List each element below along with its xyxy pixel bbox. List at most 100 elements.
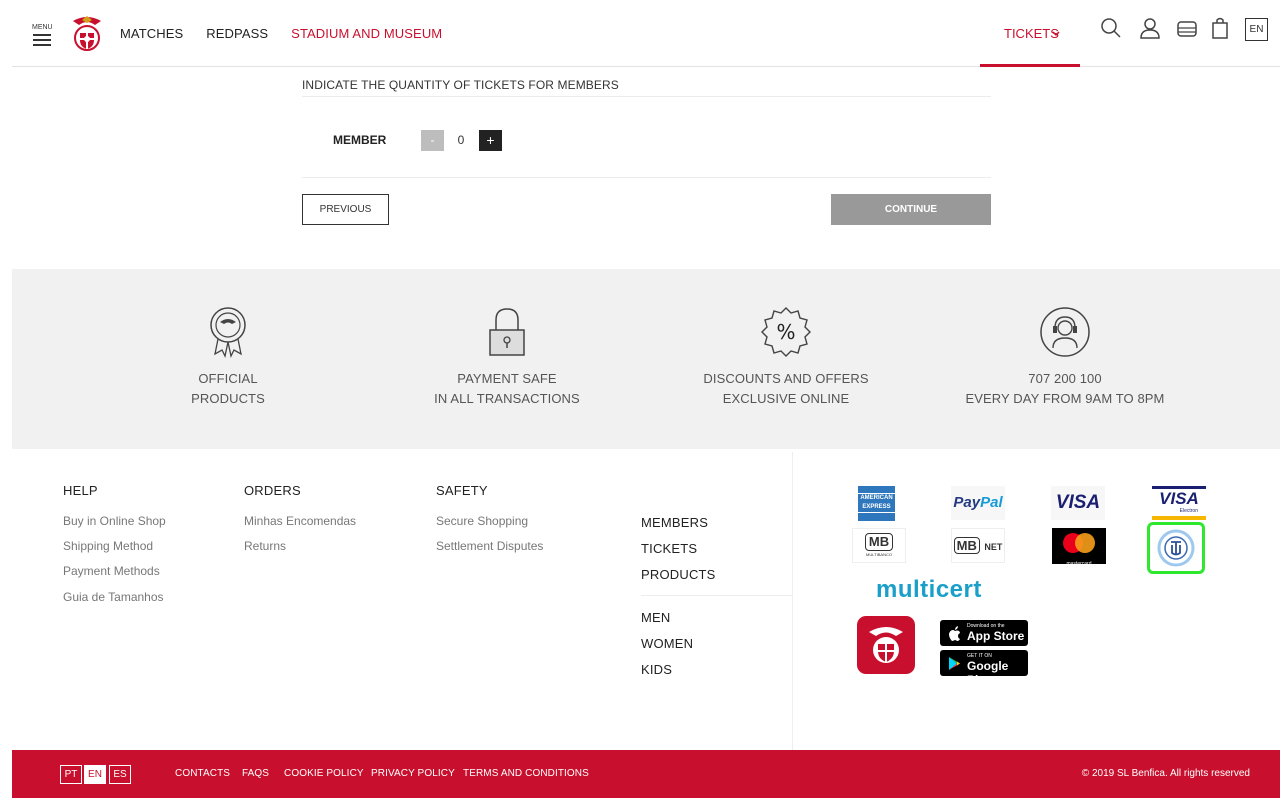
hamburger-icon xyxy=(33,34,51,36)
menu-button[interactable]: MENU xyxy=(32,24,53,46)
footer-link[interactable]: Settlement Disputes xyxy=(436,539,543,553)
main-nav: MATCHES REDPASS STADIUM AND MUSEUM xyxy=(120,26,465,41)
nav-redpass[interactable]: REDPASS xyxy=(206,26,268,41)
footer-link[interactable]: Buy in Online Shop xyxy=(63,514,166,528)
feature-line1: 707 200 100 xyxy=(1028,371,1102,386)
svg-text:%: % xyxy=(776,320,795,344)
footer-link[interactable]: Returns xyxy=(244,539,286,553)
feature-contact: 707 200 100 EVERY DAY FROM 9AM TO 8PM xyxy=(955,306,1175,409)
divider xyxy=(641,595,792,596)
mbnet-mb: MB xyxy=(953,537,980,554)
google-play-icon xyxy=(949,657,960,670)
nav-tickets-dropdown[interactable]: TICKETS xyxy=(980,0,1080,67)
footer-link[interactable]: Minhas Encomendas xyxy=(244,514,356,528)
benfica-app-icon[interactable] xyxy=(857,616,915,674)
seat-icon[interactable] xyxy=(1176,20,1198,38)
increase-quantity-button[interactable]: + xyxy=(479,130,502,151)
search-icon[interactable] xyxy=(1100,17,1122,39)
mb-sub: MULTIBANCO xyxy=(866,552,892,557)
footer-safety-title: SAFETY xyxy=(436,483,488,498)
feature-line2: EXCLUSIVE ONLINE xyxy=(722,391,850,406)
tickets-label: TICKETS xyxy=(1004,26,1059,41)
visa-electron-logo: VISA Electron xyxy=(1152,486,1206,520)
feature-line1: OFFICIAL xyxy=(198,371,258,386)
benfica-crest-icon xyxy=(869,627,903,663)
amex-logo: AMERICAN EXPRESS xyxy=(858,486,895,521)
secure-payment-badge[interactable] xyxy=(1147,522,1205,574)
nav-matches[interactable]: MATCHES xyxy=(120,26,183,41)
footer-link[interactable]: Guia de Tamanhos xyxy=(63,590,164,604)
paypal-pal: Pal xyxy=(980,494,1003,511)
lang-en[interactable]: EN xyxy=(84,765,106,784)
footer-link-kids[interactable]: KIDS xyxy=(641,662,672,677)
footer-help-title: HELP xyxy=(63,483,98,498)
divider xyxy=(302,96,991,97)
shield-seal-icon xyxy=(1157,529,1195,567)
mb-text: MB xyxy=(864,533,894,551)
footer-link-women[interactable]: WOMEN xyxy=(641,636,693,651)
apple-icon xyxy=(949,626,960,641)
quantity-title: INDICATE THE QUANTITY OF TICKETS FOR MEM… xyxy=(302,78,619,92)
google-play-main: Google Play xyxy=(967,659,1009,687)
award-badge-icon xyxy=(210,307,246,358)
footer-link-members[interactable]: MEMBERS xyxy=(641,515,708,530)
menu-label: MENU xyxy=(32,24,53,31)
mastercard-sub: mastercard xyxy=(1066,561,1092,567)
paypal-logo: PayPal xyxy=(951,486,1005,520)
footer-link-men[interactable]: MEN xyxy=(641,610,671,625)
quantity-value: 0 xyxy=(457,133,465,147)
link-privacy-policy[interactable]: PRIVACY POLICY xyxy=(371,768,455,779)
footer-link[interactable]: Shipping Method xyxy=(63,539,153,553)
link-faqs[interactable]: FAQS xyxy=(242,768,269,779)
multicert-logo: multicert xyxy=(876,576,982,603)
amex-line1: AMERICAN xyxy=(860,495,893,501)
footer-orders-title: ORDERS xyxy=(244,483,301,498)
headset-support-icon xyxy=(1040,307,1090,357)
app-store-main: App Store xyxy=(967,629,1025,643)
google-play-badge[interactable]: GET IT ON Google Play xyxy=(940,650,1028,687)
visa-electron-text: VISA xyxy=(1159,489,1199,508)
discount-percent-icon: % xyxy=(761,307,811,357)
visa-logo: VISA xyxy=(1051,486,1105,520)
feature-line2: EVERY DAY FROM 9AM TO 8PM xyxy=(965,391,1165,406)
footer-link-tickets[interactable]: TICKETS xyxy=(641,541,697,556)
copyright: © 2019 SL Benfica. All rights reserved xyxy=(1081,768,1250,779)
nav-stadium-museum[interactable]: STADIUM AND MUSEUM xyxy=(291,26,442,41)
member-label: MEMBER xyxy=(333,133,387,147)
user-icon[interactable] xyxy=(1139,17,1161,39)
benfica-logo[interactable] xyxy=(69,15,105,53)
feature-line2: IN ALL TRANSACTIONS xyxy=(434,391,580,406)
visa-electron-sub: Electron xyxy=(1179,508,1198,514)
link-terms[interactable]: TERMS AND CONDITIONS xyxy=(463,768,589,779)
link-cookie-policy[interactable]: COOKIE POLICY xyxy=(284,768,364,779)
decrease-quantity-button[interactable]: - xyxy=(421,130,444,151)
bottom-bar: PT EN ES CONTACTS FAQS COOKIE POLICY PRI… xyxy=(12,750,1280,798)
app-store-badge[interactable]: Download on the App Store xyxy=(940,620,1028,646)
footer-divider xyxy=(792,452,793,750)
padlock-icon xyxy=(489,308,525,356)
footer-link-products[interactable]: PRODUCTS xyxy=(641,567,716,582)
footer-link[interactable]: Payment Methods xyxy=(63,564,160,578)
multibanco-logo: MB MULTIBANCO xyxy=(852,528,906,563)
chevron-down-icon xyxy=(1052,31,1060,37)
continue-button[interactable]: CONTINUE xyxy=(831,194,991,225)
footer-link[interactable]: Secure Shopping xyxy=(436,514,528,528)
link-contacts[interactable]: CONTACTS xyxy=(175,768,230,779)
mbnet-logo: MB NET xyxy=(951,528,1005,563)
feature-official-products: OFFICIAL PRODUCTS xyxy=(118,306,338,409)
lang-es[interactable]: ES xyxy=(109,765,131,784)
paypal-pay: Pay xyxy=(953,494,981,511)
previous-button[interactable]: PREVIOUS xyxy=(302,194,389,225)
divider xyxy=(302,177,991,178)
hamburger-icon-bar xyxy=(33,44,51,46)
features-band: OFFICIAL PRODUCTS PAYMENT SAFE IN ALL TRAN… xyxy=(12,269,1280,449)
lang-pt[interactable]: PT xyxy=(60,765,82,784)
feature-line2: PRODUCTS xyxy=(191,391,265,406)
feature-line1: PAYMENT SAFE xyxy=(457,371,557,386)
feature-payment-safe: PAYMENT SAFE IN ALL TRANSACTIONS xyxy=(397,306,617,409)
mastercard-logo: mastercard xyxy=(1052,528,1106,567)
language-selector[interactable]: EN xyxy=(1245,18,1268,41)
shopping-bag-icon[interactable] xyxy=(1211,17,1229,39)
feature-discounts: % DISCOUNTS AND OFFERS EXCLUSIVE ONLINE xyxy=(676,306,896,409)
amex-line2: EXPRESS xyxy=(862,504,891,510)
